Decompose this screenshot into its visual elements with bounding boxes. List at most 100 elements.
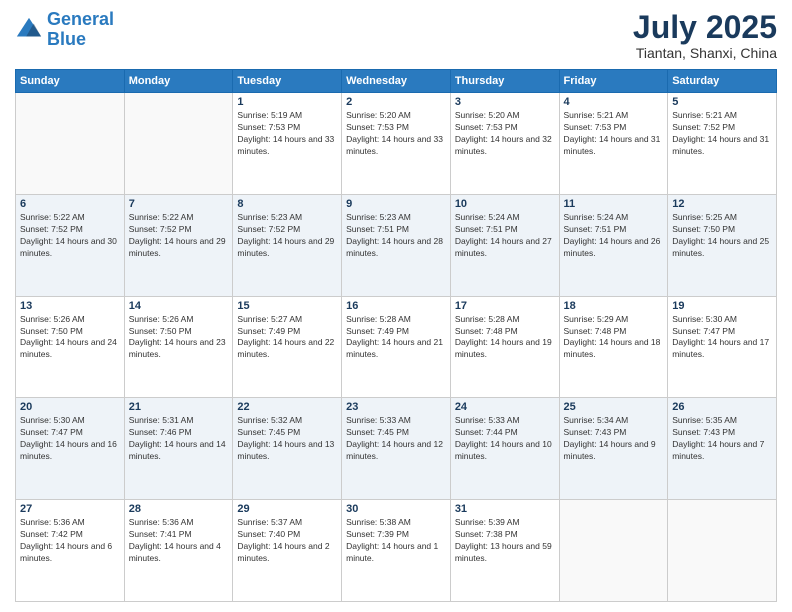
calendar-cell: 9 Sunrise: 5:23 AMSunset: 7:51 PMDaylight… [342,194,451,296]
calendar-cell: 19Sunrise: 5:30 AMSunset: 7:47 PMDayligh… [668,296,777,398]
calendar-cell: 20Sunrise: 5:30 AMSunset: 7:47 PMDayligh… [16,398,125,500]
month-title: July 2025 [633,10,777,45]
calendar-cell: 1 Sunrise: 5:19 AMSunset: 7:53 PMDaylight… [233,93,342,195]
day-info: Sunrise: 5:27 AMSunset: 7:49 PMDaylight:… [237,314,337,362]
calendar-cell: 10 Sunrise: 5:24 AMSunset: 7:51 PMDayligh… [450,194,559,296]
header: General Blue July 2025 Tiantan, Shanxi, … [15,10,777,61]
day-info: Sunrise: 5:30 AMSunset: 7:47 PMDaylight:… [20,415,120,463]
calendar-cell: 7 Sunrise: 5:22 AMSunset: 7:52 PMDaylight… [124,194,233,296]
day-info: Sunrise: 5:23 AMSunset: 7:51 PMDaylight:… [346,212,446,260]
column-header-friday: Friday [559,70,668,93]
day-number: 5 [672,96,772,108]
day-number: 17 [455,300,555,312]
day-number: 31 [455,503,555,515]
day-number: 6 [20,198,120,210]
day-number: 19 [672,300,772,312]
day-number: 1 [237,96,337,108]
day-number: 30 [346,503,446,515]
calendar-cell: 11Sunrise: 5:24 AMSunset: 7:51 PMDayligh… [559,194,668,296]
day-info: Sunrise: 5:21 AMSunset: 7:52 PMDaylight:… [672,110,772,158]
day-info: Sunrise: 5:36 AMSunset: 7:41 PMDaylight:… [129,517,229,565]
day-number: 7 [129,198,229,210]
day-info: Sunrise: 5:22 AMSunset: 7:52 PMDaylight:… [129,212,229,260]
week-row-5: 27Sunrise: 5:36 AMSunset: 7:42 PMDayligh… [16,500,777,602]
calendar-cell: 23 Sunrise: 5:33 AMSunset: 7:45 PMDayligh… [342,398,451,500]
day-info: Sunrise: 5:38 AMSunset: 7:39 PMDaylight:… [346,517,446,565]
day-info: Sunrise: 5:19 AMSunset: 7:53 PMDaylight:… [237,110,337,158]
day-info: Sunrise: 5:24 AMSunset: 7:51 PMDaylight:… [455,212,555,260]
calendar-cell: 4 Sunrise: 5:21 AMSunset: 7:53 PMDaylight… [559,93,668,195]
day-info: Sunrise: 5:28 AMSunset: 7:49 PMDaylight:… [346,314,446,362]
day-info: Sunrise: 5:29 AMSunset: 7:48 PMDaylight:… [564,314,664,362]
calendar-cell: 16 Sunrise: 5:28 AMSunset: 7:49 PMDayligh… [342,296,451,398]
day-info: Sunrise: 5:33 AMSunset: 7:44 PMDaylight:… [455,415,555,463]
calendar-cell: 28Sunrise: 5:36 AMSunset: 7:41 PMDayligh… [124,500,233,602]
day-number: 18 [564,300,664,312]
calendar-cell: 22 Sunrise: 5:32 AMSunset: 7:45 PMDayligh… [233,398,342,500]
day-info: Sunrise: 5:20 AMSunset: 7:53 PMDaylight:… [455,110,555,158]
logo-text: General Blue [47,10,114,50]
calendar-cell: 29 Sunrise: 5:37 AMSunset: 7:40 PMDayligh… [233,500,342,602]
day-number: 4 [564,96,664,108]
day-number: 9 [346,198,446,210]
day-number: 26 [672,401,772,413]
calendar-cell: 17 Sunrise: 5:28 AMSunset: 7:48 PMDayligh… [450,296,559,398]
day-info: Sunrise: 5:28 AMSunset: 7:48 PMDaylight:… [455,314,555,362]
day-number: 15 [237,300,337,312]
day-number: 29 [237,503,337,515]
column-header-thursday: Thursday [450,70,559,93]
day-number: 23 [346,401,446,413]
day-info: Sunrise: 5:32 AMSunset: 7:45 PMDaylight:… [237,415,337,463]
day-info: Sunrise: 5:21 AMSunset: 7:53 PMDaylight:… [564,110,664,158]
logo-icon [15,16,43,44]
title-block: July 2025 Tiantan, Shanxi, China [633,10,777,61]
calendar-cell: 27Sunrise: 5:36 AMSunset: 7:42 PMDayligh… [16,500,125,602]
day-number: 13 [20,300,120,312]
location-title: Tiantan, Shanxi, China [633,45,777,61]
calendar-cell: 13Sunrise: 5:26 AMSunset: 7:50 PMDayligh… [16,296,125,398]
day-info: Sunrise: 5:26 AMSunset: 7:50 PMDaylight:… [129,314,229,362]
day-number: 2 [346,96,446,108]
day-info: Sunrise: 5:37 AMSunset: 7:40 PMDaylight:… [237,517,337,565]
calendar-cell [559,500,668,602]
day-info: Sunrise: 5:20 AMSunset: 7:53 PMDaylight:… [346,110,446,158]
calendar-cell: 25 Sunrise: 5:34 AMSunset: 7:43 PMDayligh… [559,398,668,500]
column-header-saturday: Saturday [668,70,777,93]
calendar-cell: 21Sunrise: 5:31 AMSunset: 7:46 PMDayligh… [124,398,233,500]
calendar-table: SundayMondayTuesdayWednesdayThursdayFrid… [15,69,777,602]
day-number: 25 [564,401,664,413]
day-info: Sunrise: 5:22 AMSunset: 7:52 PMDaylight:… [20,212,120,260]
column-header-sunday: Sunday [16,70,125,93]
day-number: 22 [237,401,337,413]
day-number: 27 [20,503,120,515]
calendar-cell: 8Sunrise: 5:23 AMSunset: 7:52 PMDaylight… [233,194,342,296]
day-number: 24 [455,401,555,413]
calendar-cell: 24 Sunrise: 5:33 AMSunset: 7:44 PMDayligh… [450,398,559,500]
calendar-cell: 5 Sunrise: 5:21 AMSunset: 7:52 PMDaylight… [668,93,777,195]
calendar-cell [668,500,777,602]
logo: General Blue [15,10,114,50]
column-header-wednesday: Wednesday [342,70,451,93]
calendar-cell [16,93,125,195]
calendar-cell: 2 Sunrise: 5:20 AMSunset: 7:53 PMDaylight… [342,93,451,195]
day-info: Sunrise: 5:25 AMSunset: 7:50 PMDaylight:… [672,212,772,260]
day-info: Sunrise: 5:33 AMSunset: 7:45 PMDaylight:… [346,415,446,463]
week-row-2: 6 Sunrise: 5:22 AMSunset: 7:52 PMDaylight… [16,194,777,296]
day-number: 10 [455,198,555,210]
day-info: Sunrise: 5:34 AMSunset: 7:43 PMDaylight:… [564,415,664,463]
day-number: 21 [129,401,229,413]
calendar-cell: 14 Sunrise: 5:26 AMSunset: 7:50 PMDayligh… [124,296,233,398]
day-number: 3 [455,96,555,108]
column-header-monday: Monday [124,70,233,93]
week-row-4: 20Sunrise: 5:30 AMSunset: 7:47 PMDayligh… [16,398,777,500]
calendar-cell [124,93,233,195]
day-number: 11 [564,198,664,210]
calendar-cell: 3 Sunrise: 5:20 AMSunset: 7:53 PMDaylight… [450,93,559,195]
day-info: Sunrise: 5:23 AMSunset: 7:52 PMDaylight:… [237,212,337,260]
calendar-cell: 15 Sunrise: 5:27 AMSunset: 7:49 PMDayligh… [233,296,342,398]
day-number: 16 [346,300,446,312]
day-info: Sunrise: 5:35 AMSunset: 7:43 PMDaylight:… [672,415,772,463]
calendar-cell: 26 Sunrise: 5:35 AMSunset: 7:43 PMDayligh… [668,398,777,500]
day-number: 14 [129,300,229,312]
week-row-1: 1 Sunrise: 5:19 AMSunset: 7:53 PMDaylight… [16,93,777,195]
